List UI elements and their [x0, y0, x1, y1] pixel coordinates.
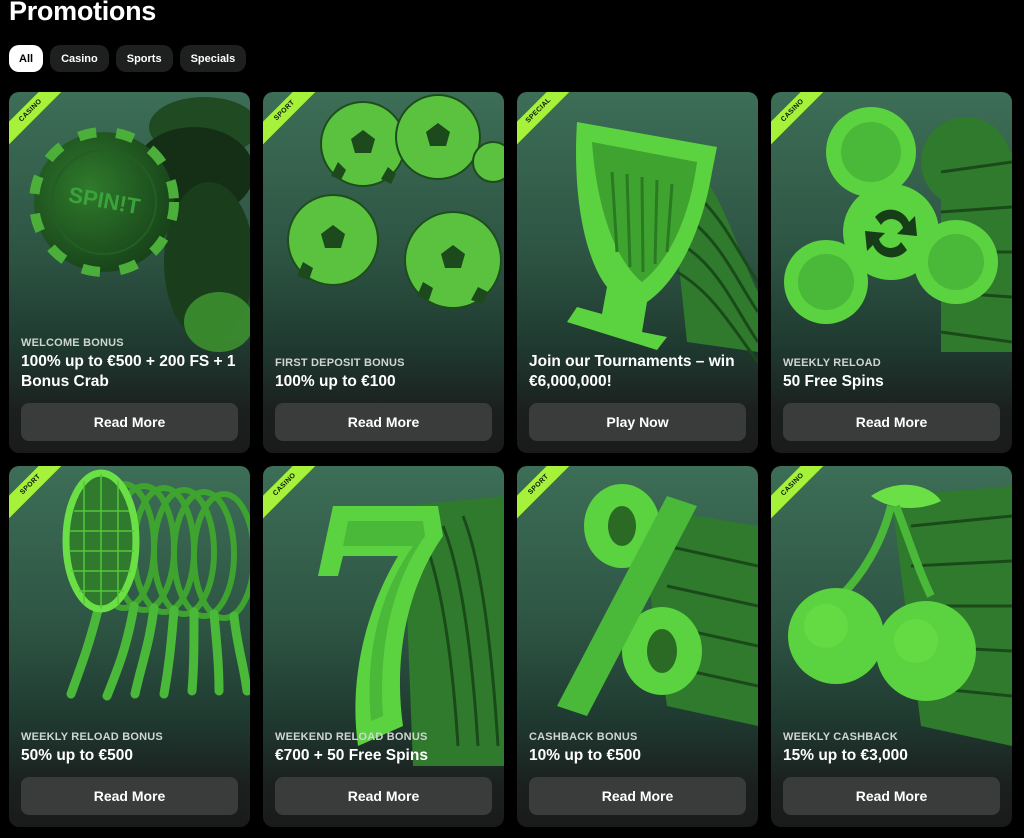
promo-card-tournaments[interactable]: SPECIAL Join our Tournaments – win €6,00…	[517, 92, 758, 453]
read-more-button[interactable]: Read More	[275, 403, 492, 441]
filter-bar: All Casino Sports Specials	[9, 45, 247, 72]
trophy-icon	[567, 122, 758, 363]
promo-title: 100% up to €500 + 200 FS + 1 Bonus Crab	[21, 353, 236, 390]
promo-card-cashback-bonus[interactable]: SPORT CASHBACK BONUS 10% up to €500 Read…	[517, 466, 758, 827]
promo-kicker: WELCOME BONUS	[21, 337, 124, 349]
promo-kicker: WEEKLY CASHBACK	[783, 731, 898, 743]
promo-title: 10% up to €500	[529, 747, 641, 764]
promotions-grid: SPIN!T CASINO WELCOME BONUS 100% up to €…	[9, 92, 1012, 827]
filter-all[interactable]: All	[9, 45, 44, 72]
promo-card-first-deposit[interactable]: SPORT FIRST DEPOSIT BONUS 100% up to €10…	[263, 92, 504, 453]
promo-kicker: WEEKEND RELOAD BONUS	[275, 731, 428, 743]
promo-title: 15% up to €3,000	[783, 747, 908, 764]
promo-kicker: WEEKLY RELOAD BONUS	[21, 731, 163, 743]
read-more-button[interactable]: Read More	[21, 403, 238, 441]
soccer-balls-icon	[287, 94, 504, 309]
promo-card-welcome-bonus[interactable]: SPIN!T CASINO WELCOME BONUS 100% up to €…	[9, 92, 250, 453]
fidget-spinner-icon	[784, 107, 1012, 352]
promo-title: 50 Free Spins	[783, 373, 884, 390]
cherries-icon	[788, 484, 1012, 746]
read-more-button[interactable]: Read More	[783, 777, 1000, 815]
promo-card-weekly-cashback[interactable]: CASINO WEEKLY CASHBACK 15% up to €3,000 …	[771, 466, 1012, 827]
promo-card-weekly-reload[interactable]: CASINO WEEKLY RELOAD 50 Free Spins Read …	[771, 92, 1012, 453]
promo-title: 100% up to €100	[275, 373, 396, 390]
read-more-button[interactable]: Read More	[783, 403, 1000, 441]
promo-card-weekly-reload-bonus[interactable]: SPORT WEEKLY RELOAD BONUS 50% up to €500…	[9, 466, 250, 827]
promo-card-weekend-reload[interactable]: CASINO WEEKEND RELOAD BONUS €700 + 50 Fr…	[263, 466, 504, 827]
promo-kicker: CASHBACK BONUS	[529, 731, 638, 743]
promo-title: 50% up to €500	[21, 747, 133, 764]
promo-kicker: WEEKLY RELOAD	[783, 357, 881, 369]
filter-sports[interactable]: Sports	[115, 45, 173, 72]
filter-casino[interactable]: Casino	[50, 45, 109, 72]
lucky-seven-icon	[318, 496, 504, 766]
filter-specials[interactable]: Specials	[179, 45, 247, 72]
read-more-button[interactable]: Read More	[21, 777, 238, 815]
page-title: Promotions	[9, 0, 157, 26]
promo-title: €700 + 50 Free Spins	[275, 747, 428, 764]
read-more-button[interactable]: Read More	[275, 777, 492, 815]
read-more-button[interactable]: Read More	[529, 777, 746, 815]
play-now-button[interactable]: Play Now	[529, 403, 746, 441]
promo-kicker: FIRST DEPOSIT BONUS	[275, 357, 405, 369]
promo-title: Join our Tournaments – win €6,000,000!	[529, 353, 735, 390]
percent-sign-icon	[557, 484, 758, 726]
tennis-racket-icon	[62, 469, 250, 701]
